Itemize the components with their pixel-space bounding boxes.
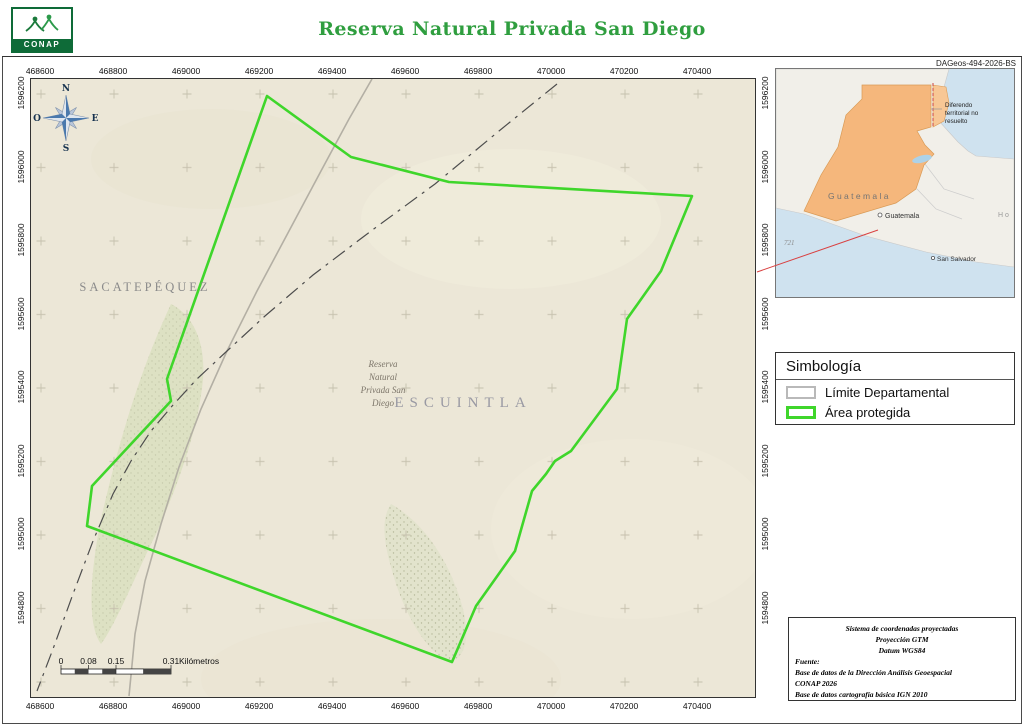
x-tick-label: 470400 <box>683 701 711 711</box>
inset-locator-map: Diferendo territorial no resuelto G u a … <box>775 68 1015 298</box>
x-tick-label: 469400 <box>318 701 346 711</box>
inset-city-dot <box>878 213 882 217</box>
x-tick-label: 468800 <box>99 66 127 76</box>
y-tick-label: 1595800 <box>760 223 770 256</box>
x-tick-label: 468600 <box>26 66 54 76</box>
y-tick-label: 1595600 <box>16 297 26 330</box>
x-tick-label: 470000 <box>537 66 565 76</box>
x-tick-label: 470000 <box>537 701 565 711</box>
compass-s-label: S <box>63 144 70 154</box>
credits-panel: Sistema de coordenadas proyectadas Proye… <box>788 617 1016 701</box>
y-tick-label: 1596000 <box>16 150 26 183</box>
x-axis-bottom: 4686004688004690004692004694004696004698… <box>30 701 756 712</box>
x-tick-label: 469200 <box>245 701 273 711</box>
inset-san-salvador-label: San Salvador <box>937 256 977 263</box>
y-tick-label: 1596200 <box>760 76 770 109</box>
y-tick-label: 1595200 <box>760 444 770 477</box>
main-map: SACATEPÉQUEZ ESCUINTLA Reserva Natural P… <box>30 78 756 698</box>
source-line-2: CONAP 2026 <box>795 678 1009 689</box>
scale-008: 0.08 <box>80 656 97 666</box>
x-tick-label: 469800 <box>464 701 492 711</box>
x-tick-label: 469800 <box>464 66 492 76</box>
fuente-label: Fuente: <box>795 656 1009 667</box>
scale-031: 0.31 <box>163 656 180 666</box>
compass-e-label: E <box>92 114 99 124</box>
inset-road-label: 721 <box>784 239 795 247</box>
x-axis-top: 4686004688004690004692004694004696004698… <box>30 66 756 77</box>
svg-text:resuelto: resuelto <box>945 118 968 125</box>
x-tick-label: 469000 <box>172 701 200 711</box>
svg-text:territorial no: territorial no <box>945 110 979 117</box>
y-tick-label: 1594800 <box>16 591 26 624</box>
inset-honduras-label: H o <box>998 212 1009 219</box>
svg-text:Reserva: Reserva <box>368 359 398 369</box>
inset-city-label: Guatemala <box>885 213 919 220</box>
legend-item-protected-area: Área protegida <box>786 405 1004 420</box>
svg-text:Diego: Diego <box>371 398 394 408</box>
source-line-1: Base de datos de la Dirección Análisis G… <box>795 667 1009 678</box>
legend-title: Simbología <box>776 353 1014 380</box>
scale-unit: Kilómetros <box>179 656 219 666</box>
y-axis-left: 1596200 1596000 1595800 1595600 1595400 15952… <box>15 78 27 698</box>
compass-n-label: N <box>62 84 70 94</box>
legend-item-departmental: Límite Departamental <box>786 385 1004 400</box>
x-tick-label: 468600 <box>26 701 54 711</box>
y-tick-label: 1595400 <box>760 370 770 403</box>
x-tick-label: 468800 <box>99 701 127 711</box>
map-canvas: SACATEPÉQUEZ ESCUINTLA Reserva Natural P… <box>31 79 755 697</box>
x-tick-label: 470400 <box>683 66 711 76</box>
projection-title: Sistema de coordenadas proyectadas <box>795 623 1009 634</box>
y-tick-label: 1595800 <box>16 223 26 256</box>
label-sacatepequez: SACATEPÉQUEZ <box>79 280 210 294</box>
y-tick-label: 1594800 <box>760 591 770 624</box>
y-tick-label: 1595000 <box>16 517 26 550</box>
y-tick-label: 1595000 <box>760 517 770 550</box>
source-line-3: Base de datos cartografía básica IGN 201… <box>795 689 1009 700</box>
x-tick-label: 469000 <box>172 66 200 76</box>
y-tick-label: 1596200 <box>16 76 26 109</box>
y-tick-label: 1595400 <box>16 370 26 403</box>
header: CONAP Reserva Natural Privada San Diego <box>2 2 1022 57</box>
x-tick-label: 470200 <box>610 66 638 76</box>
x-tick-label: 469600 <box>391 701 419 711</box>
datum: Datum WGS84 <box>795 645 1009 656</box>
inset-san-salvador-dot <box>931 256 934 259</box>
label-escuintla: ESCUINTLA <box>394 395 531 411</box>
svg-text:Diferendo: Diferendo <box>945 102 973 109</box>
y-tick-label: 1596000 <box>760 150 770 183</box>
legend-items: Límite Departamental Área protegida <box>776 380 1014 420</box>
protected-area-swatch <box>786 406 816 419</box>
projection-name: Proyección GTM <box>795 634 1009 645</box>
y-axis-right: 1596200 1596000 1595800 1595600 1595400 15952… <box>759 78 771 698</box>
x-tick-label: 469200 <box>245 66 273 76</box>
scale-0: 0 <box>59 656 64 666</box>
document-code: DAGeos-494-2026-BS <box>936 59 1016 68</box>
compass-o-label: O <box>33 114 41 124</box>
departmental-boundary-swatch <box>786 386 816 399</box>
conap-logo-text: CONAP <box>13 39 71 51</box>
x-tick-label: 469400 <box>318 66 346 76</box>
map-sheet: CONAP Reserva Natural Privada San Diego … <box>0 0 1024 726</box>
y-tick-label: 1595200 <box>16 444 26 477</box>
y-tick-label: 1595600 <box>760 297 770 330</box>
legend-item-label: Límite Departamental <box>825 385 949 400</box>
x-tick-label: 470200 <box>610 701 638 711</box>
x-tick-label: 469600 <box>391 66 419 76</box>
inset-country-label: G u a t e m a l a <box>828 191 889 201</box>
legend-item-label: Área protegida <box>825 405 910 420</box>
page-title: Reserva Natural Privada San Diego <box>2 18 1022 40</box>
svg-text:Privada San: Privada San <box>360 385 406 395</box>
svg-text:Natural: Natural <box>368 372 398 382</box>
legend-panel: Simbología Límite Departamental Área pro… <box>775 352 1015 425</box>
scale-015: 0.15 <box>108 656 125 666</box>
